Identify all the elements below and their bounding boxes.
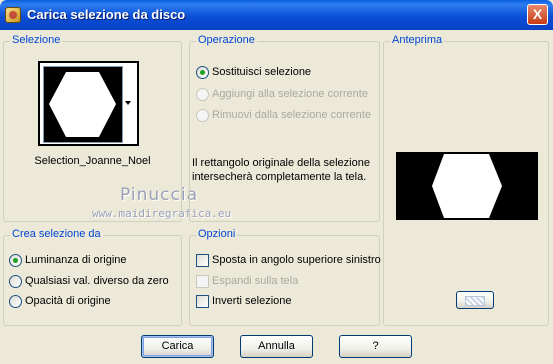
group-crea-selezione-legend: Crea selezione da — [10, 228, 103, 240]
zoom-icon — [465, 296, 485, 306]
radio-sostituisci-label: Sostituisci selezione — [212, 66, 312, 78]
check-inverti-label: Inverti selezione — [212, 295, 292, 307]
window-title: Carica selezione da disco — [27, 7, 186, 22]
radio-luminanza-label: Luminanza di origine — [25, 254, 127, 266]
group-operazione-legend: Operazione — [196, 34, 257, 46]
group-anteprima: Anteprima — [383, 34, 549, 326]
preset-thumbnail — [43, 66, 123, 143]
hexagon-shape — [49, 72, 116, 137]
radio-button[interactable] — [9, 295, 22, 308]
radio-rimuovi-label: Rimuovi dalla selezione corrente — [212, 109, 371, 121]
group-opzioni: Opzioni Sposta in angolo superiore sinis… — [189, 228, 381, 326]
preview-hexagon — [432, 154, 502, 218]
carica-button[interactable]: Carica — [141, 335, 214, 358]
title-bar: Carica selezione da disco X — [0, 0, 553, 30]
radio-opacita-label: Opacità di origine — [25, 295, 111, 307]
group-crea-selezione: Crea selezione da Luminanza di origine Q… — [3, 228, 182, 326]
radio-qualsiasi-label: Qualsiasi val. diverso da zero — [25, 275, 169, 287]
zoom-button[interactable] — [456, 291, 494, 309]
check-sposta-label: Sposta in angolo superiore sinistro — [212, 254, 381, 266]
app-icon — [5, 7, 21, 23]
watermark-name: Pinuccia — [120, 185, 198, 205]
preset-name: Selection_Joanne_Noel — [34, 155, 151, 167]
checkbox-disabled — [196, 275, 209, 288]
radio-button-checked[interactable] — [9, 254, 22, 267]
radio-button-disabled — [196, 88, 209, 101]
group-anteprima-legend: Anteprima — [390, 34, 445, 46]
annulla-button[interactable]: Annulla — [240, 335, 313, 358]
radio-button-disabled — [196, 109, 209, 122]
checkbox[interactable] — [196, 254, 209, 267]
close-button[interactable]: X — [527, 4, 548, 25]
chevron-down-icon[interactable] — [125, 101, 131, 105]
group-opzioni-legend: Opzioni — [196, 228, 238, 240]
preview-canvas — [396, 152, 538, 220]
dialog-client: Selezione Selection_Joanne_Noel Pinuccia… — [0, 30, 553, 364]
check-espandi-label: Espandi sulla tela — [212, 275, 299, 287]
close-icon: X — [532, 6, 543, 22]
radio-button[interactable] — [9, 275, 22, 288]
checkbox[interactable] — [196, 295, 209, 308]
radio-button-checked[interactable] — [196, 66, 209, 79]
help-button[interactable]: ? — [339, 335, 412, 358]
operazione-note: Il rettangolo originale della selezione … — [192, 157, 370, 183]
group-selezione-legend: Selezione — [10, 34, 63, 46]
group-operazione: Operazione Sostituisci selezione Aggiung… — [189, 34, 380, 222]
radio-aggiungi-label: Aggiungi alla selezione corrente — [212, 88, 368, 100]
preset-dropdown[interactable] — [38, 61, 139, 146]
